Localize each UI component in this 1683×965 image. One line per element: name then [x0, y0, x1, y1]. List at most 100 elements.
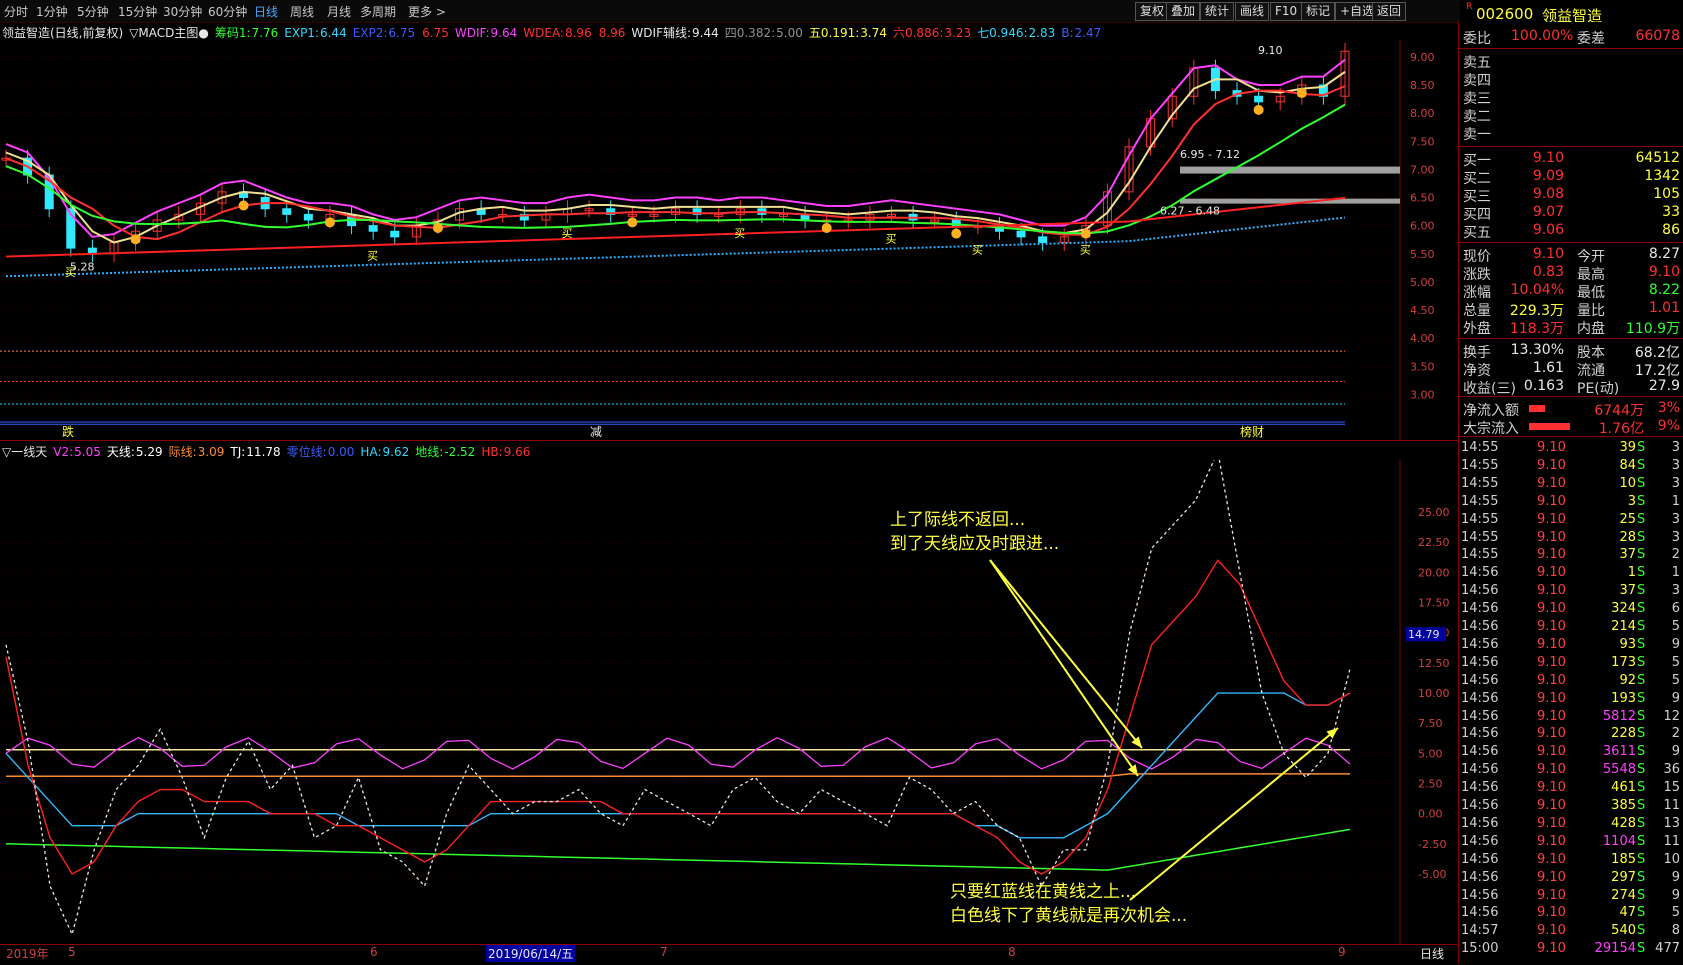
period-tab[interactable]: 分时 — [4, 3, 28, 20]
ask-row[interactable]: 卖四 — [1459, 70, 1683, 89]
period-tab[interactable]: 更多 > — [408, 3, 446, 20]
indicator-value: 3.74 — [860, 26, 887, 40]
tick-row[interactable]: 14:56 9.10 1104 S 11 — [1459, 834, 1683, 852]
tick-row[interactable]: 14:56 9.10 5548 S 36 — [1459, 762, 1683, 780]
tick-time: 14:55 — [1461, 529, 1499, 545]
tick-row[interactable]: 14:55 9.10 25 S 3 — [1459, 512, 1683, 530]
tick-price: 9.10 — [1537, 529, 1566, 545]
tick-count: 36 — [1663, 762, 1680, 778]
toolbar-button[interactable]: 返回 — [1372, 2, 1407, 21]
tick-price: 9.10 — [1537, 851, 1566, 867]
tick-price: 9.10 — [1537, 672, 1566, 688]
period-tab[interactable]: 多周期 — [360, 3, 396, 20]
candle-body — [368, 225, 378, 232]
indicator-value: 9.62 — [382, 445, 410, 459]
year-label: 2019年 — [6, 947, 49, 961]
tick-row[interactable]: 14:56 9.10 428 S 13 — [1459, 816, 1683, 834]
tick-row[interactable]: 14:56 9.10 297 S 9 — [1459, 870, 1683, 888]
tick-row[interactable]: 14:56 9.10 461 S 15 — [1459, 780, 1683, 798]
tick-row[interactable]: 14:56 9.10 37 S 3 — [1459, 583, 1683, 601]
tick-price: 9.10 — [1537, 440, 1566, 455]
tick-row[interactable]: 14:56 9.10 228 S 2 — [1459, 726, 1683, 744]
ask-row[interactable]: 卖一 — [1459, 124, 1683, 143]
tick-row[interactable]: 14:56 9.10 93 S 9 — [1459, 637, 1683, 655]
flow-pct: 9% — [1657, 418, 1680, 434]
tick-row[interactable]: 14:56 9.10 5812 S 12 — [1459, 709, 1683, 727]
tick-row[interactable]: 14:55 9.10 10 S 3 — [1459, 476, 1683, 494]
tick-row[interactable]: 14:56 9.10 173 S 5 — [1459, 655, 1683, 673]
bid-row[interactable]: 买五 9.06 86 — [1459, 222, 1683, 241]
tick-row[interactable]: 14:56 9.10 214 S 5 — [1459, 619, 1683, 637]
tick-row[interactable]: 14:55 9.10 28 S 3 — [1459, 530, 1683, 548]
tick-time: 14:55 — [1461, 475, 1499, 491]
period-tab[interactable]: 月线 — [327, 3, 351, 20]
flow-value: 6744万 — [1594, 403, 1644, 419]
panel-divider — [0, 440, 1458, 441]
v2-line — [5, 736, 1351, 770]
tick-side: S — [1637, 565, 1646, 581]
bid-row[interactable]: 买二 9.09 1342 — [1459, 168, 1683, 187]
toolbar-button[interactable]: 复权 — [1135, 2, 1170, 21]
tick-side: S — [1637, 583, 1646, 599]
period-tab[interactable]: 60分钟 — [208, 3, 247, 20]
toolbar-button[interactable]: 画线 — [1235, 2, 1270, 21]
main-indicator-name[interactable]: ▽MACD主图● — [129, 26, 209, 40]
tick-row[interactable]: 14:55 9.10 3 S 1 — [1459, 494, 1683, 512]
main-kline-chart[interactable]: 9.00 8.50 8.00 7.50 7.00 6.50 6.00 5.50 5.00 4.50… — [0, 40, 1458, 440]
signal-dot — [627, 217, 638, 228]
ask-row[interactable]: 卖五 — [1459, 52, 1683, 71]
tick-price: 9.10 — [1537, 457, 1566, 473]
tick-row[interactable]: 14:56 9.10 385 S 11 — [1459, 798, 1683, 816]
quote-row: 外盘 118.3万 内盘 110.9万 — [1459, 318, 1683, 337]
ask-label: 卖四 — [1463, 73, 1491, 89]
fundamental-label: PE(动) — [1577, 381, 1620, 397]
tick-row[interactable]: 14:56 9.10 92 S 5 — [1459, 673, 1683, 691]
tick-side: S — [1637, 457, 1646, 473]
bid-row[interactable]: 买一 9.10 64512 — [1459, 150, 1683, 169]
tick-time: 14:56 — [1461, 833, 1499, 849]
tick-row[interactable]: 14:56 9.10 185 S 10 — [1459, 852, 1683, 870]
indicator-value: 6.75 — [388, 26, 416, 40]
bid-row[interactable]: 买三 9.08 105 — [1459, 186, 1683, 205]
ask-row[interactable]: 卖三 — [1459, 88, 1683, 107]
tick-price: 9.10 — [1537, 654, 1566, 670]
period-tab[interactable]: 5分钟 — [77, 3, 109, 20]
tick-count: 3 — [1671, 529, 1680, 545]
indicator-value: -2.52 — [444, 445, 476, 459]
tick-row[interactable]: 14:56 9.10 47 S 5 — [1459, 905, 1683, 923]
tick-volume: 274 — [1611, 887, 1636, 903]
tick-row[interactable]: 14:56 9.10 1 S 1 — [1459, 565, 1683, 583]
indicator-label: TJ: — [230, 445, 246, 459]
tick-row[interactable]: 15:00 9.10 29154 S 477 — [1459, 941, 1683, 959]
tick-row[interactable]: 14:55 9.10 39 S 3 — [1459, 440, 1683, 458]
tick-count: 9 — [1671, 690, 1680, 706]
period-tab[interactable]: 日线 — [254, 3, 278, 20]
toolbar-button[interactable]: 标记 — [1301, 2, 1336, 21]
toolbar-button[interactable]: 叠加 — [1166, 2, 1201, 21]
period-tab[interactable]: 15分钟 — [118, 3, 157, 20]
tick-row[interactable]: 14:55 9.10 84 S 3 — [1459, 458, 1683, 476]
sub-indicator-chart[interactable]: 25.0022.5020.0017.5015.0012.5010.007.505… — [0, 460, 1458, 944]
toolbar-button[interactable]: F10 — [1270, 2, 1303, 21]
tick-volume: 84 — [1619, 457, 1636, 473]
tick-row[interactable]: 14:56 9.10 324 S 6 — [1459, 601, 1683, 619]
toolbar-button[interactable]: 统计 — [1200, 2, 1235, 21]
tick-row[interactable]: 14:56 9.10 274 S 9 — [1459, 888, 1683, 906]
tick-row[interactable]: 14:57 9.10 540 S 8 — [1459, 923, 1683, 941]
tick-row[interactable]: 14:56 9.10 3611 S 9 — [1459, 744, 1683, 762]
y-tick-label: 3.00 — [1410, 388, 1435, 401]
tick-row[interactable]: 14:56 9.10 193 S 9 — [1459, 691, 1683, 709]
period-tab[interactable]: 30分钟 — [163, 3, 202, 20]
sub-indicator-name[interactable]: ▽一线天 — [2, 445, 47, 459]
tick-price: 9.10 — [1537, 619, 1566, 634]
period-button[interactable]: 日线 — [1420, 945, 1444, 962]
tick-count: 10 — [1663, 851, 1680, 867]
period-tab[interactable]: 1分钟 — [36, 3, 68, 20]
ask-row[interactable]: 卖二 — [1459, 106, 1683, 125]
bid-row[interactable]: 买四 9.07 33 — [1459, 204, 1683, 223]
indicator-label: EXP2: — [352, 26, 388, 40]
tick-row[interactable]: 14:55 9.10 37 S 2 — [1459, 547, 1683, 565]
sub-indicator-values: V2:5.05 天线:5.29 际线:3.09 TJ:11.78 零位线:0.00 HA:… — [53, 445, 536, 459]
tick-side: S — [1637, 475, 1646, 491]
period-tab[interactable]: 周线 — [290, 3, 314, 20]
